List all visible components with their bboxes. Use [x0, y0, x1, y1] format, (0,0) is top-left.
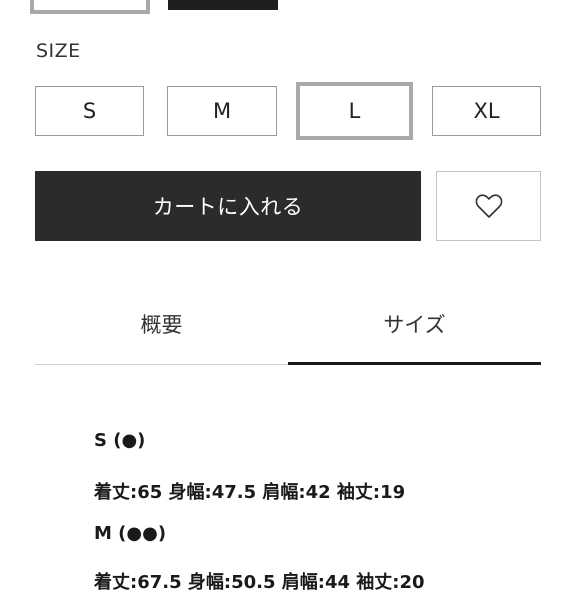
size-heading: SIZE — [36, 40, 81, 62]
color-swatch-black[interactable] — [168, 0, 278, 10]
size-detail-title-m: M (●●) — [94, 523, 167, 544]
size-option-xl[interactable]: XL — [432, 86, 541, 136]
size-option-m[interactable]: M — [167, 86, 277, 136]
tab-size[interactable]: サイズ — [288, 300, 541, 348]
size-detail-measurements-m: 着丈:67.5 身幅:50.5 肩幅:44 袖丈:20 — [94, 572, 425, 593]
tab-active-indicator — [288, 362, 541, 365]
favorite-button[interactable] — [436, 171, 541, 241]
color-swatch-gray[interactable] — [30, 0, 150, 14]
heart-icon — [475, 194, 502, 218]
size-detail-measurements-s: 着丈:65 身幅:47.5 肩幅:42 袖丈:19 — [94, 482, 406, 503]
size-option-l[interactable]: L — [296, 82, 413, 140]
size-detail-title-s: S (●) — [94, 430, 146, 451]
add-to-cart-button[interactable]: カートに入れる — [35, 171, 421, 241]
tab-overview[interactable]: 概要 — [35, 300, 288, 348]
size-option-s[interactable]: S — [35, 86, 144, 136]
